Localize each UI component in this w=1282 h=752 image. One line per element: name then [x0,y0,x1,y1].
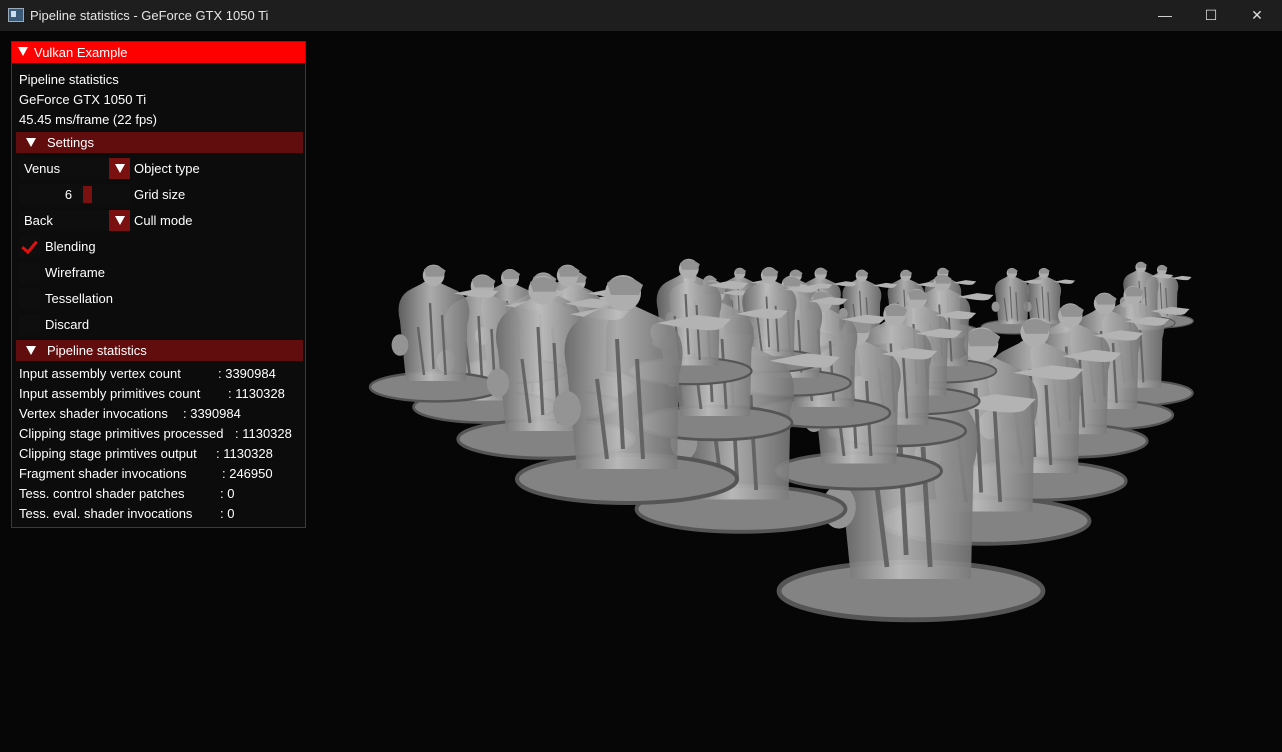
stat-label: Input assembly vertex count [19,366,181,381]
stat-label: Clipping stage primtives output [19,446,197,461]
discard-checkbox[interactable] [19,314,40,335]
dropdown-arrow-icon[interactable] [109,210,130,231]
minimize-button[interactable]: — [1142,0,1188,31]
blending-checkbox[interactable] [19,236,40,257]
window-title: Pipeline statistics - GeForce GTX 1050 T… [30,8,269,23]
device-name: GeForce GTX 1050 Ti [19,92,147,107]
panel-header[interactable]: Vulkan Example [12,42,305,63]
stat-label: Tess. control shader patches [19,486,185,501]
blending-label: Blending [45,239,96,254]
object-type-value: Venus [24,161,61,176]
stat-row: Clipping stage primitives processed : 11… [19,426,292,441]
panel-title: Vulkan Example [34,45,128,60]
stat-row: Input assembly vertex count : 3390984 [19,366,276,381]
cull-mode-value: Back [24,213,53,228]
title-bar[interactable]: Pipeline statistics - GeForce GTX 1050 T… [0,0,1282,31]
maximize-button[interactable]: ☐ [1188,0,1234,31]
wireframe-checkbox[interactable] [19,262,40,283]
discard-label: Discard [45,317,90,332]
object-type-combo[interactable]: Venus [19,158,130,179]
grid-size-label: Grid size [134,187,186,202]
stat-value: : 0 [220,506,235,521]
stat-label: Fragment shader invocations [19,466,187,481]
wireframe-label: Wireframe [45,265,105,280]
object-type-label: Object type [134,161,200,176]
cull-mode-label: Cull mode [134,213,193,228]
frame-time: 45.45 ms/frame (22 fps) [19,112,157,127]
pipeline-statistics-header-label: Pipeline statistics [47,343,147,358]
settings-header[interactable]: Settings [16,132,303,153]
stat-row: Fragment shader invocations : 246950 [19,466,273,481]
stat-value: : 3390984 [183,406,241,421]
stat-row: Vertex shader invocations : 3390984 [19,406,241,421]
stat-value: : 1130328 [228,386,285,401]
grid-size-slider[interactable]: 6 [19,184,130,205]
stat-value: : 0 [220,486,235,501]
settings-header-label: Settings [47,135,94,150]
grid-size-value: 6 [64,187,73,202]
close-button[interactable]: ✕ [1234,0,1280,31]
collapse-triangle-icon [26,346,36,355]
stat-row: Tess. control shader patches : 0 [19,486,234,501]
cull-mode-combo[interactable]: Back [19,210,130,231]
stat-value: : 1130328 [216,446,273,461]
vulkan-example-panel[interactable]: Vulkan Example Pipeline statistics GeFor… [11,41,306,528]
stat-row: Input assembly primitives count : 113032… [19,386,285,401]
collapse-triangle-icon [26,138,36,147]
stat-label: Input assembly primitives count [19,386,201,401]
app-icon [8,8,24,22]
collapse-triangle-icon [18,47,28,56]
stat-row: Clipping stage primtives output : 113032… [19,446,273,461]
tessellation-label: Tessellation [45,291,113,306]
dropdown-arrow-icon[interactable] [109,158,130,179]
pipeline-statistics-header[interactable]: Pipeline statistics [16,340,303,361]
stat-row: Tess. eval. shader invocations : 0 [19,506,234,521]
stat-value: : 246950 [222,466,273,481]
stat-label: Tess. eval. shader invocations [19,506,193,521]
stat-value: : 1130328 [235,426,292,441]
statues [370,259,1193,620]
app-name: Pipeline statistics [19,72,119,87]
stat-value: : 3390984 [218,366,276,381]
stat-label: Clipping stage primitives processed [19,426,224,441]
app-window: Pipeline statistics - GeForce GTX 1050 T… [0,0,1282,752]
stat-label: Vertex shader invocations [19,406,168,421]
tessellation-checkbox[interactable] [19,288,40,309]
